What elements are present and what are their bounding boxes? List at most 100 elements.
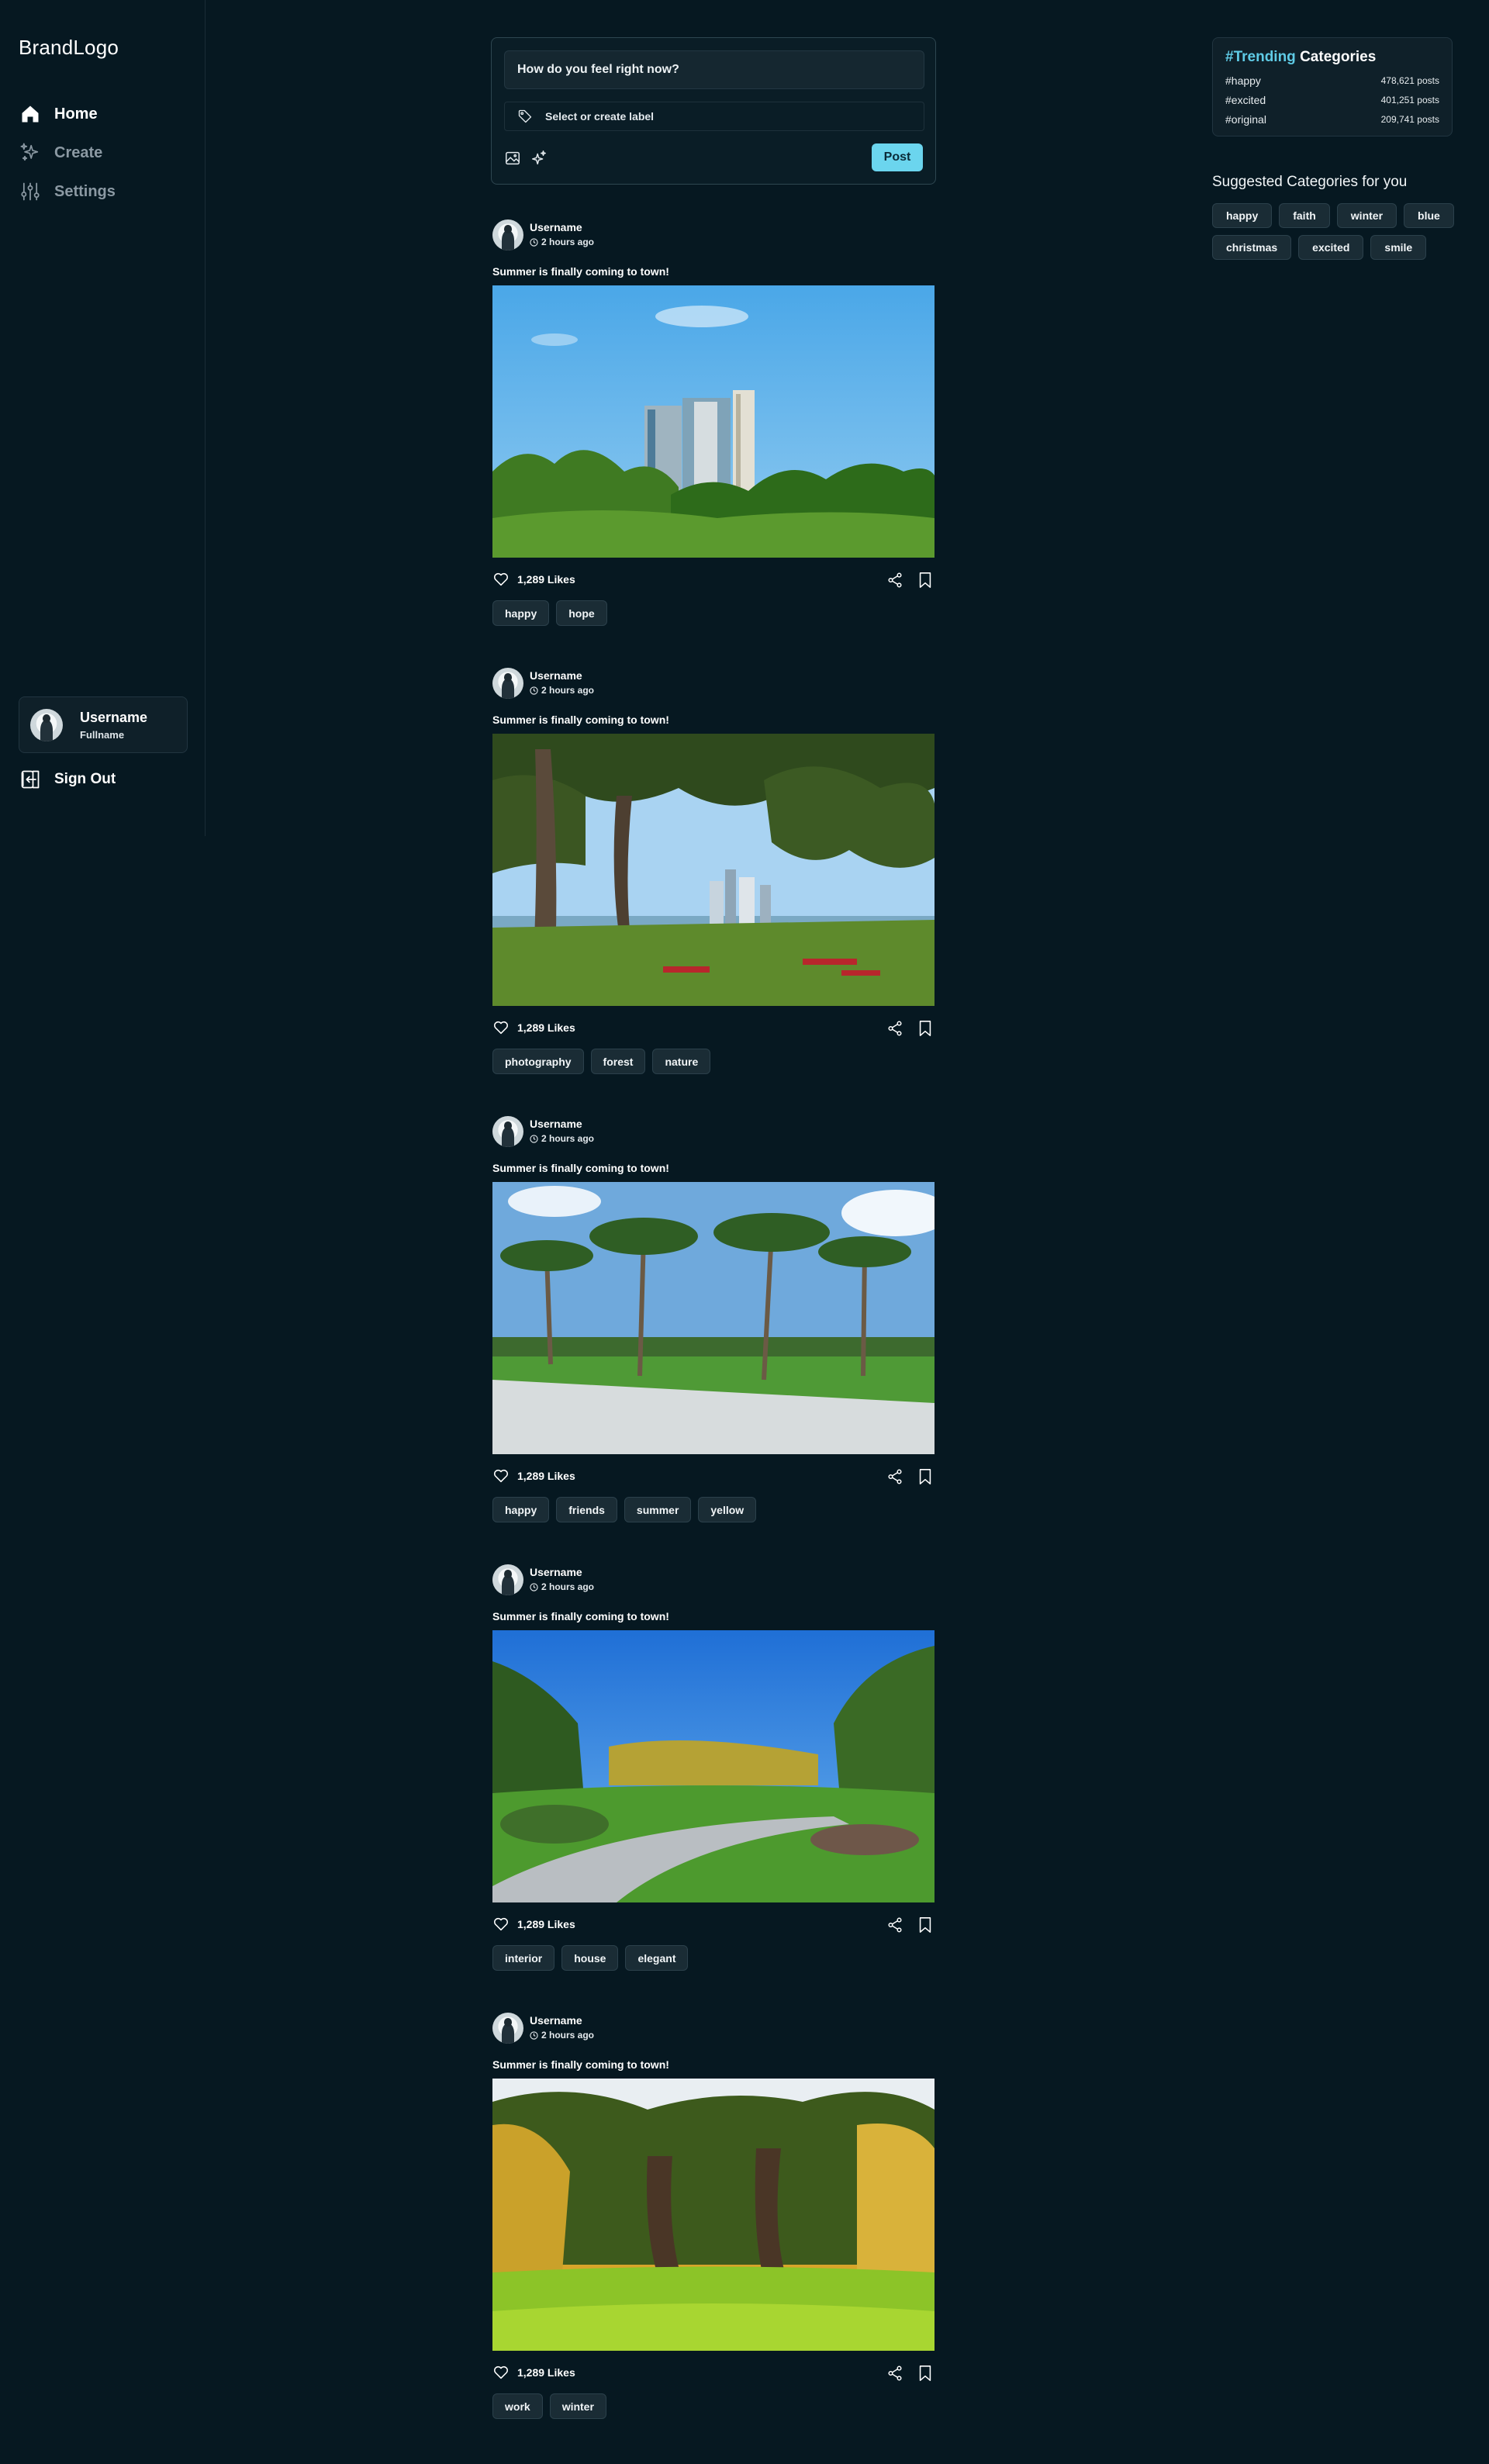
- trending-item[interactable]: #original 209,741 posts: [1225, 109, 1439, 129]
- sign-out-button[interactable]: Sign Out: [19, 768, 116, 791]
- suggested-tag-chip[interactable]: blue: [1404, 203, 1454, 228]
- sidebar: BrandLogo Home Create Settings Username …: [0, 0, 206, 836]
- avatar[interactable]: [492, 2013, 523, 2044]
- post-tags: photography forest nature: [492, 1049, 711, 1074]
- tag-chip[interactable]: interior: [492, 1945, 555, 1971]
- post-tags: happy friends summer yellow: [492, 1497, 757, 1522]
- post-image-park-picnic[interactable]: [492, 734, 935, 1006]
- tag-chip[interactable]: photography: [492, 1049, 584, 1074]
- heart-icon: [493, 1469, 509, 1483]
- post-caption: Summer is finally coming to town!: [492, 1610, 669, 1623]
- nav-item-home[interactable]: Home: [19, 95, 189, 133]
- tag-chip[interactable]: work: [492, 2393, 543, 2419]
- like-button[interactable]: 1,289 Likes: [492, 2364, 575, 2381]
- post-image-palm-trees[interactable]: [492, 1182, 935, 1454]
- post-caption: Summer is finally coming to town!: [492, 714, 669, 726]
- like-count: 1,289 Likes: [517, 1021, 575, 1034]
- post-username[interactable]: Username: [530, 221, 582, 233]
- tag-chip[interactable]: happy: [492, 600, 550, 626]
- like-button[interactable]: 1,289 Likes: [492, 571, 575, 588]
- label-select-placeholder: Select or create label: [545, 110, 655, 123]
- clock-icon: [530, 2030, 538, 2040]
- bookmark-icon[interactable]: [917, 1468, 933, 1485]
- post-username[interactable]: Username: [530, 1566, 582, 1578]
- post-time-label: 2 hours ago: [541, 1133, 595, 1144]
- nav-item-settings[interactable]: Settings: [19, 172, 189, 211]
- post-tags: work winter: [492, 2393, 606, 2419]
- tag-chip[interactable]: yellow: [698, 1497, 757, 1522]
- tag-chip[interactable]: hope: [556, 600, 607, 626]
- nav-item-create[interactable]: Create: [19, 133, 189, 172]
- share-icon[interactable]: [886, 572, 903, 589]
- post-card: Username 2 hours ago Summer is finally c…: [492, 2013, 935, 2419]
- suggested-tag-chip[interactable]: smile: [1370, 235, 1427, 260]
- share-icon[interactable]: [886, 1916, 903, 1934]
- trending-categories-card: #Trending Categories #happy 478,621 post…: [1212, 37, 1453, 137]
- post-time-label: 2 hours ago: [541, 237, 595, 247]
- post-username[interactable]: Username: [530, 669, 582, 682]
- like-count: 1,289 Likes: [517, 1918, 575, 1930]
- post-username[interactable]: Username: [530, 2014, 582, 2027]
- heart-icon: [493, 572, 509, 586]
- image-icon[interactable]: [504, 150, 521, 167]
- trending-item[interactable]: #excited 401,251 posts: [1225, 90, 1439, 109]
- post-card: Username 2 hours ago Summer is finally c…: [492, 1116, 935, 1522]
- nav-label-settings: Settings: [54, 182, 116, 200]
- avatar[interactable]: [492, 1564, 523, 1595]
- tag-chip[interactable]: happy: [492, 1497, 550, 1522]
- suggested-tag-chip[interactable]: excited: [1298, 235, 1364, 260]
- sign-out-label: Sign Out: [54, 771, 116, 787]
- avatar[interactable]: [492, 1116, 523, 1147]
- post-button[interactable]: Post: [872, 143, 923, 171]
- tag-chip[interactable]: nature: [652, 1049, 711, 1074]
- tag-chip[interactable]: forest: [590, 1049, 646, 1074]
- ai-sparkles-icon[interactable]: [530, 150, 548, 167]
- share-icon[interactable]: [886, 1020, 903, 1037]
- nav-label-home: Home: [54, 105, 98, 123]
- avatar: [30, 708, 63, 741]
- mood-input[interactable]: How do you feel right now?: [504, 50, 924, 89]
- like-button[interactable]: 1,289 Likes: [492, 1467, 575, 1484]
- post-image-garden-path[interactable]: [492, 1630, 935, 1902]
- user-card[interactable]: Username Fullname: [19, 696, 188, 753]
- sliders-icon: [19, 180, 42, 203]
- bookmark-icon[interactable]: [917, 1020, 933, 1037]
- suggested-tag-chip[interactable]: christmas: [1212, 235, 1292, 260]
- like-button[interactable]: 1,289 Likes: [492, 1019, 575, 1036]
- like-button[interactable]: 1,289 Likes: [492, 1916, 575, 1933]
- trending-item-name: #happy: [1225, 74, 1261, 87]
- bookmark-icon[interactable]: [917, 1916, 933, 1934]
- tag-chip[interactable]: friends: [556, 1497, 617, 1522]
- trending-title: #Trending Categories: [1225, 49, 1439, 66]
- user-card-fullname: Fullname: [80, 728, 125, 741]
- post-time-label: 2 hours ago: [541, 685, 595, 696]
- suggested-tag-chip[interactable]: happy: [1212, 203, 1273, 228]
- heart-icon: [493, 1917, 509, 1931]
- bookmark-icon[interactable]: [917, 2365, 933, 2382]
- avatar[interactable]: [492, 219, 523, 251]
- label-select[interactable]: Select or create label: [504, 102, 924, 131]
- suggested-tag-chip[interactable]: winter: [1336, 203, 1397, 228]
- tag-chip[interactable]: house: [561, 1945, 619, 1971]
- share-icon[interactable]: [886, 2365, 903, 2382]
- clock-icon: [530, 1582, 538, 1591]
- tag-chip[interactable]: elegant: [625, 1945, 689, 1971]
- tag-chip[interactable]: winter: [549, 2393, 606, 2419]
- trending-title-accent: #Trending: [1225, 49, 1296, 65]
- post-image-city-towers[interactable]: [492, 285, 935, 558]
- brand-logo[interactable]: BrandLogo: [19, 36, 119, 60]
- post-username[interactable]: Username: [530, 1118, 582, 1130]
- trending-item-count: 209,741 posts: [1380, 113, 1439, 125]
- post-time-label: 2 hours ago: [541, 1581, 595, 1592]
- share-icon[interactable]: [886, 1468, 903, 1485]
- post-caption: Summer is finally coming to town!: [492, 265, 669, 278]
- like-count: 1,289 Likes: [517, 2366, 575, 2379]
- suggested-tag-chip[interactable]: faith: [1279, 203, 1330, 228]
- tag-chip[interactable]: summer: [624, 1497, 692, 1522]
- post-tags: happy hope: [492, 600, 607, 626]
- trending-item[interactable]: #happy 478,621 posts: [1225, 71, 1439, 90]
- post-image-autumn-park[interactable]: [492, 2079, 935, 2351]
- bookmark-icon[interactable]: [917, 572, 933, 589]
- nav-label-create: Create: [54, 143, 103, 161]
- avatar[interactable]: [492, 668, 523, 699]
